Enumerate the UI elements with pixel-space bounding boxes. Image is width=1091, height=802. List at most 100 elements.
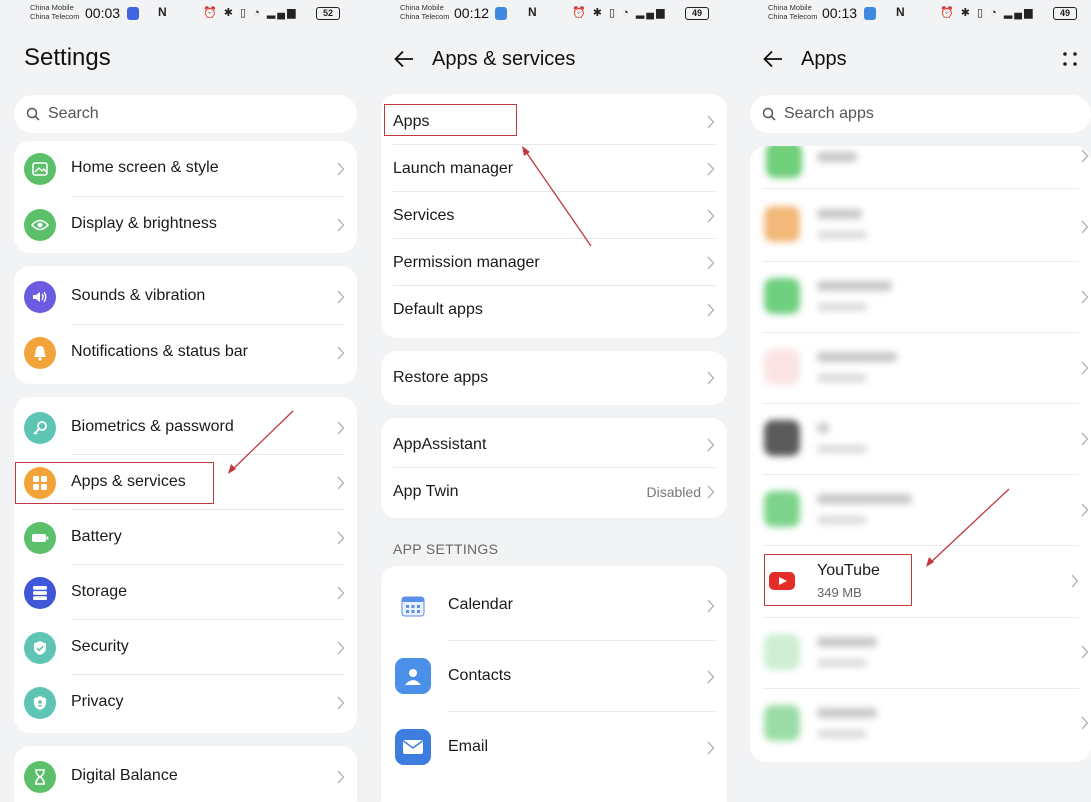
chevron-right-icon <box>707 484 715 499</box>
status-time: 00:03 <box>85 5 121 21</box>
app-size: 349 MB <box>817 585 862 600</box>
menu-item-apps[interactable]: Apps <box>381 98 727 145</box>
app-setting-email[interactable]: Email <box>381 712 727 783</box>
page-title: Settings <box>24 44 111 71</box>
message-badge-icon <box>864 7 876 20</box>
settings-item-display[interactable]: Display & brightness <box>14 197 357 253</box>
key-icon <box>24 412 56 444</box>
nfc-icon: N <box>528 5 537 19</box>
settings-item-battery[interactable]: Battery <box>14 510 357 565</box>
battery-indicator: 52 <box>316 7 340 20</box>
hourglass-icon <box>24 761 56 793</box>
search-icon <box>762 107 776 121</box>
speaker-icon <box>24 281 56 313</box>
menu-item-label: Launch manager <box>393 160 514 177</box>
settings-item-privacy[interactable]: Privacy <box>14 675 357 730</box>
page-title: Apps <box>801 48 847 70</box>
chevron-right-icon <box>1071 574 1079 588</box>
battery-icon <box>24 522 56 554</box>
chevron-right-icon <box>337 346 345 360</box>
menu-item-default-apps[interactable]: Default apps <box>381 286 727 333</box>
search-placeholder: Search apps <box>784 105 874 122</box>
status-icons: ⏰ ✱ ▯ ◔ ▂▄▆ <box>572 7 667 19</box>
chevron-right-icon <box>707 669 715 684</box>
app-setting-contacts[interactable]: Contacts <box>381 641 727 712</box>
app-setting-calendar[interactable]: Calendar <box>381 570 727 641</box>
settings-item-digital-balance[interactable]: Digital Balance <box>14 749 357 802</box>
chevron-right-icon <box>337 475 345 490</box>
apps-screen: China Mobile China Telecom 00:13 N ⏰ ✱ ▯… <box>738 0 1091 802</box>
chevron-right-icon <box>1081 290 1089 304</box>
app-list-item[interactable] <box>750 261 1091 332</box>
chevron-right-icon <box>337 530 345 545</box>
back-arrow-icon[interactable] <box>394 50 414 68</box>
chevron-right-icon <box>337 695 345 710</box>
app-list-item[interactable] <box>750 146 1091 188</box>
app-list-item[interactable] <box>750 189 1091 260</box>
settings-group: Apps Launch manager Services Permission … <box>381 94 727 338</box>
search-icon <box>26 107 40 121</box>
status-time: 00:13 <box>822 5 858 21</box>
settings-item-label: Sounds & vibration <box>71 287 206 304</box>
settings-item-apps-services[interactable]: Apps & services <box>14 455 357 510</box>
blurred-app-icon <box>764 278 800 314</box>
blurred-app-icon <box>764 206 800 242</box>
settings-item-home-screen[interactable]: Home screen & style <box>14 141 357 197</box>
status-bar: China Mobile China Telecom 00:12 N ⏰ ✱ ▯… <box>370 0 738 28</box>
menu-item-restore-apps[interactable]: Restore apps <box>381 354 727 401</box>
chevron-right-icon <box>337 585 345 600</box>
settings-item-storage[interactable]: Storage <box>14 565 357 620</box>
status-time: 00:12 <box>454 5 490 21</box>
page-title: Apps & services <box>432 48 576 70</box>
app-list-item-youtube[interactable]: YouTube 349 MB <box>750 545 1091 617</box>
home-screen-icon <box>24 153 56 185</box>
menu-item-app-twin[interactable]: App Twin Disabled <box>381 468 727 515</box>
chevron-right-icon <box>1081 716 1089 730</box>
menu-item-launch-manager[interactable]: Launch manager <box>381 145 727 192</box>
status-bar: China Mobile China Telecom 00:03 N ⏰ ✱ ▯… <box>0 0 370 28</box>
more-options-icon[interactable] <box>1061 50 1079 68</box>
app-setting-label: Calendar <box>448 596 513 613</box>
nfc-icon: N <box>158 5 167 19</box>
carrier-names: China Mobile China Telecom <box>768 3 818 21</box>
chevron-right-icon <box>1081 645 1089 659</box>
app-list-item[interactable] <box>750 403 1091 474</box>
menu-item-label: Permission manager <box>393 254 540 271</box>
status-icons: ⏰ ✱ ▯ ◔ ▂▄▆ <box>203 7 298 19</box>
app-list-item[interactable] <box>750 617 1091 688</box>
chevron-right-icon <box>707 255 715 270</box>
apps-grid-icon <box>24 467 56 499</box>
settings-item-sounds[interactable]: Sounds & vibration <box>14 269 357 325</box>
menu-item-services[interactable]: Services <box>381 192 727 239</box>
settings-item-label: Apps & services <box>71 473 186 490</box>
settings-item-label: Battery <box>71 528 122 545</box>
settings-item-label: Home screen & style <box>71 159 219 176</box>
menu-item-label: AppAssistant <box>393 436 487 453</box>
menu-item-permission-manager[interactable]: Permission manager <box>381 239 727 286</box>
email-icon <box>395 729 431 765</box>
app-list-item[interactable] <box>750 474 1091 545</box>
settings-item-label: Notifications & status bar <box>71 343 248 360</box>
search-input[interactable]: Search <box>14 95 357 133</box>
app-list-item[interactable] <box>750 688 1091 759</box>
settings-item-notifications[interactable]: Notifications & status bar <box>14 325 357 381</box>
settings-group: AppAssistant App Twin Disabled <box>381 418 727 518</box>
chevron-right-icon <box>337 290 345 304</box>
search-apps-input[interactable]: Search apps <box>750 95 1091 133</box>
apps-services-screen: China Mobile China Telecom 00:12 N ⏰ ✱ ▯… <box>370 0 738 802</box>
menu-item-appassistant[interactable]: AppAssistant <box>381 421 727 468</box>
chevron-right-icon <box>337 770 345 784</box>
settings-item-biometrics[interactable]: Biometrics & password <box>14 400 357 455</box>
chevron-right-icon <box>707 598 715 613</box>
settings-item-label: Privacy <box>71 693 124 710</box>
app-setting-label: Email <box>448 738 489 755</box>
storage-icon <box>24 577 56 609</box>
settings-group: Home screen & style Display & brightness <box>14 141 357 253</box>
settings-group: Restore apps <box>381 351 727 405</box>
back-arrow-icon[interactable] <box>763 50 783 68</box>
message-badge-icon <box>495 7 507 20</box>
settings-item-security[interactable]: Security <box>14 620 357 675</box>
app-list-item[interactable] <box>750 332 1091 403</box>
app-list: YouTube 349 MB <box>750 146 1091 762</box>
status-bar: China Mobile China Telecom 00:13 N ⏰ ✱ ▯… <box>738 0 1091 28</box>
